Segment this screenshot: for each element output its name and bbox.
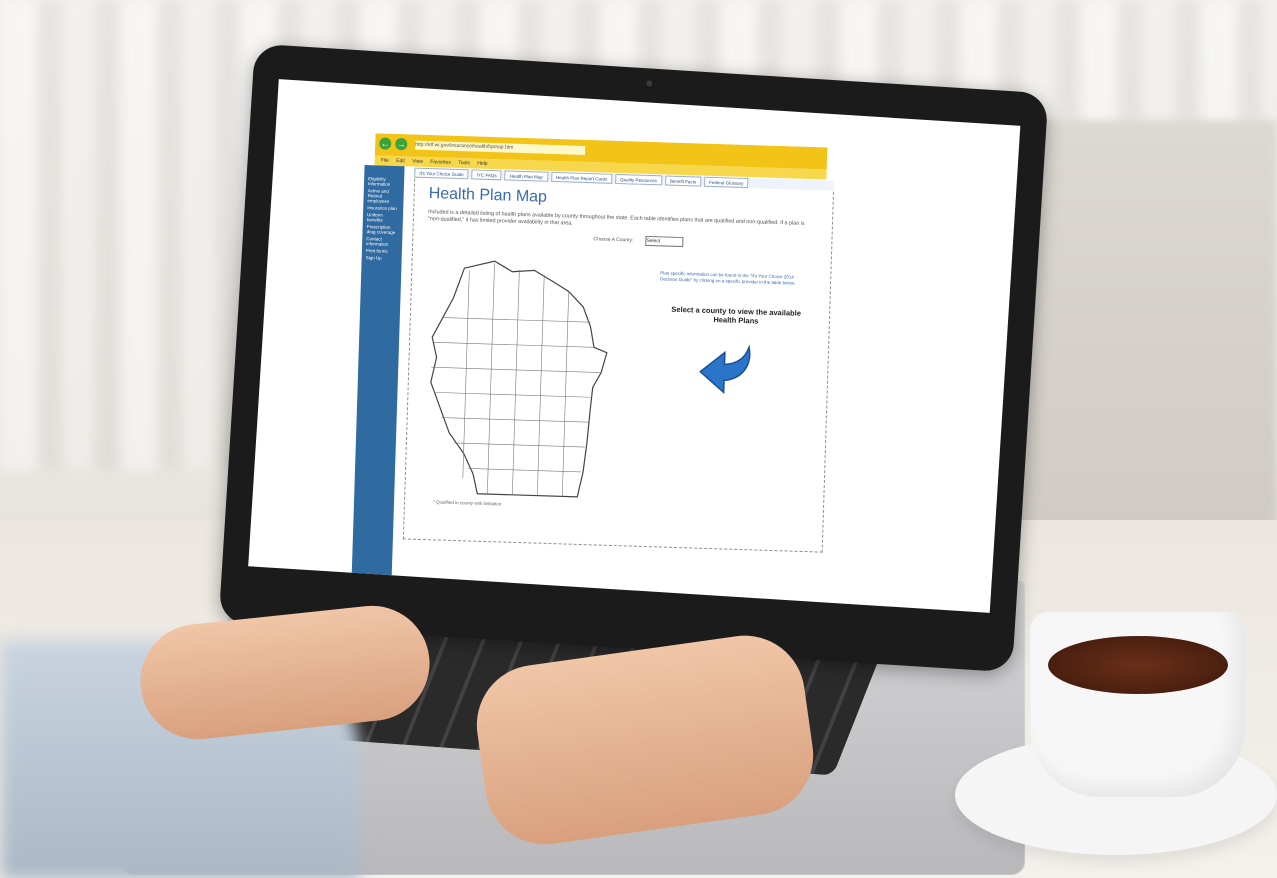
- tab-glossary[interactable]: Federal Glossary: [704, 176, 749, 189]
- forward-icon[interactable]: →: [395, 137, 408, 151]
- webcam: [646, 80, 653, 87]
- back-icon[interactable]: ←: [379, 137, 392, 150]
- menu-help[interactable]: Help: [477, 161, 487, 167]
- county-label: Choose A County:: [593, 236, 634, 244]
- tab-benefit-facts[interactable]: Benefit Facts: [664, 175, 702, 187]
- tab-report-cards[interactable]: Health Plan Report Cards: [550, 171, 613, 184]
- wisconsin-county-map[interactable]: [417, 247, 650, 504]
- photo-scene: ← → http://etf.wi.gov/insurance/health/h…: [0, 0, 1277, 878]
- county-select[interactable]: Select: [645, 235, 684, 248]
- coffee: [1048, 636, 1228, 694]
- url-field[interactable]: http://etf.wi.gov/insurance/health/hpmap…: [415, 140, 586, 155]
- coffee-cup: [1030, 612, 1245, 797]
- menu-favorites[interactable]: Favorites: [430, 159, 451, 166]
- laptop-lid: ← → http://etf.wi.gov/insurance/health/h…: [218, 43, 1049, 673]
- tab-quality-resources[interactable]: Quality Resources: [615, 173, 663, 186]
- select-county-message: Select a county to view the available He…: [671, 304, 802, 326]
- map-footnote: * Qualified in county with limitation: [432, 499, 502, 507]
- arrow-icon: [699, 344, 751, 395]
- side-note: Plan specific information can be found i…: [660, 270, 796, 286]
- laptop-screen: ← → http://etf.wi.gov/insurance/health/h…: [248, 79, 1021, 613]
- menu-view[interactable]: View: [412, 159, 423, 165]
- main-content: Health Plan Map Included is a detailed l…: [402, 178, 834, 553]
- tab-health-plan-map[interactable]: Health Plan Map: [504, 170, 549, 182]
- sidebar-item[interactable]: Sign Up: [362, 254, 402, 262]
- menu-file[interactable]: File: [381, 158, 389, 164]
- menu-edit[interactable]: Edit: [396, 158, 405, 164]
- intro-text: Included is a detailed listing of health…: [427, 209, 805, 227]
- tab-guide[interactable]: It's Your Choice Guide: [414, 167, 469, 180]
- left-sidebar: Eligibility information Active and Retir…: [351, 165, 405, 577]
- browser-window: ← → http://etf.wi.gov/insurance/health/h…: [351, 133, 835, 577]
- tab-faqs[interactable]: IYC FAQs: [471, 169, 502, 181]
- sidebar-item[interactable]: Active and Retired employees: [363, 187, 404, 205]
- page-title: Health Plan Map: [428, 185, 548, 206]
- menu-tools[interactable]: Tools: [458, 160, 470, 166]
